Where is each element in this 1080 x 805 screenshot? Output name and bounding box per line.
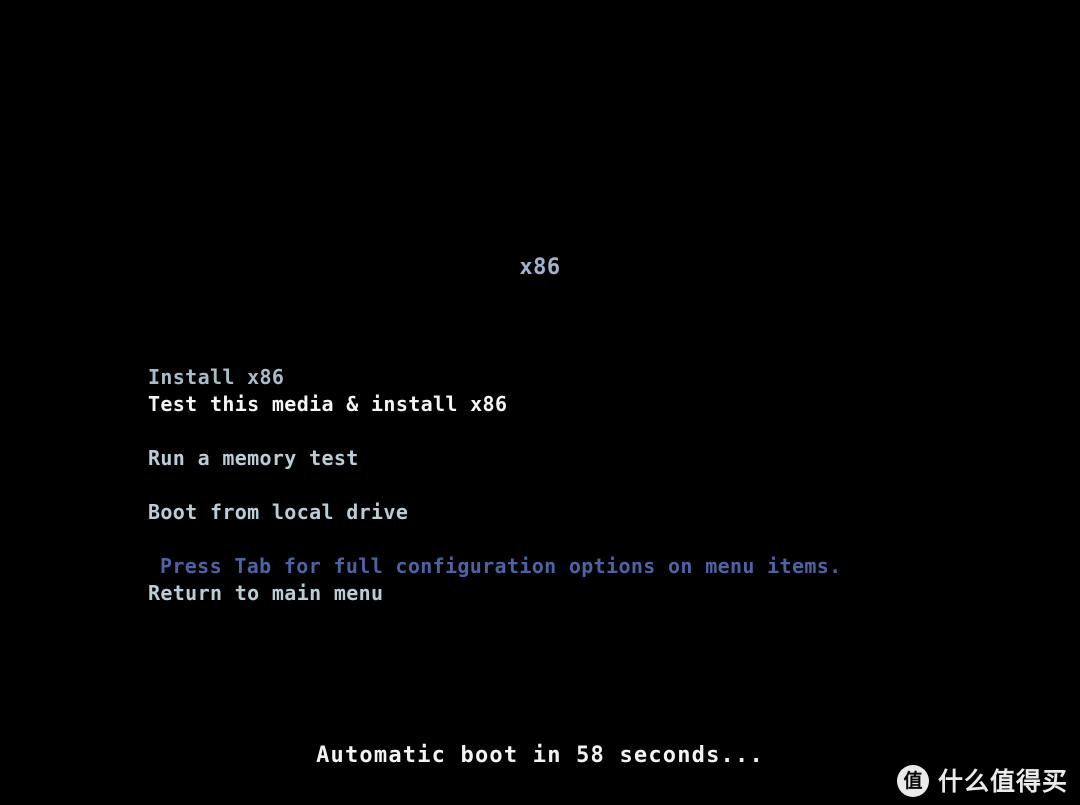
- menu-item-memory-test[interactable]: Run a memory test: [148, 445, 1048, 472]
- menu-spacer-2: [148, 472, 1048, 499]
- menu-hint-press-tab: Press Tab for full configuration options…: [160, 554, 842, 578]
- boot-menu-title: x86: [519, 255, 561, 280]
- watermark-badge-icon: 值: [896, 765, 929, 797]
- watermark: 值 什么值得买: [896, 765, 1068, 797]
- menu-spacer-3: [148, 526, 1048, 553]
- watermark-label: 什么值得买: [937, 766, 1068, 796]
- menu-item-return-to-main-menu[interactable]: Return to main menu: [148, 580, 1048, 607]
- menu-spacer-1: [148, 418, 1048, 445]
- menu-item-boot-local-drive[interactable]: Boot from local drive: [148, 499, 1048, 526]
- menu-item-install[interactable]: Install x86: [148, 364, 1048, 391]
- menu-item-test-media-and-install[interactable]: Test this media & install x86: [148, 391, 1048, 418]
- boot-menu-screen: x86 Install x86 Test this media & instal…: [0, 0, 1080, 805]
- boot-menu-list: Install x86 Test this media & install x8…: [148, 364, 1048, 607]
